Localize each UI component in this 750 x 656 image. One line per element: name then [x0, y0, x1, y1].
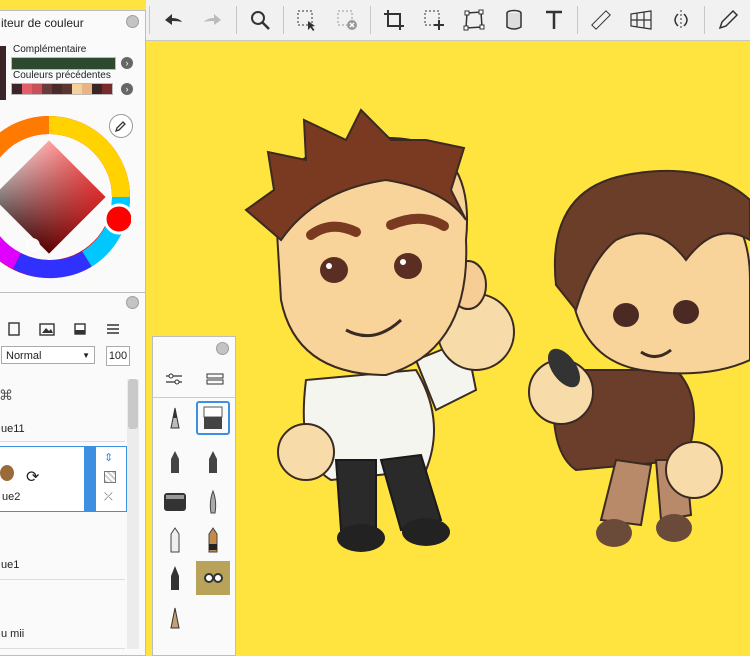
chibi-woman — [528, 169, 750, 547]
subtool-tabs — [153, 361, 235, 398]
previous-color-swatch[interactable] — [32, 84, 42, 94]
adjust-icon[interactable]: ⇕ — [104, 451, 113, 464]
symmetry-icon[interactable] — [663, 2, 699, 38]
toolbar-divider — [704, 6, 705, 34]
layer-name: u mii — [1, 628, 25, 640]
marker-tool-icon[interactable] — [158, 485, 192, 519]
blend-mode-select[interactable]: Normal ▼ — [1, 346, 95, 364]
eraser-tool-icon[interactable] — [196, 401, 230, 435]
close-icon[interactable] — [126, 296, 139, 309]
toolbar-divider — [149, 6, 150, 34]
toolbar-divider — [370, 6, 371, 34]
brush-tool-icon[interactable] — [196, 485, 230, 519]
deselect-icon[interactable] — [329, 2, 365, 38]
refresh-icon[interactable]: ⟳ — [26, 467, 39, 487]
layer-name: ue1 — [1, 559, 20, 571]
saturation-handle — [26, 238, 40, 252]
fill-icon[interactable] — [496, 2, 532, 38]
layer-actions — [0, 317, 129, 341]
zoom-icon[interactable] — [242, 2, 278, 38]
previous-color-swatch[interactable] — [52, 84, 62, 94]
tool-settings-icon[interactable] — [153, 361, 194, 397]
clip-icon[interactable]: ⤫ — [104, 491, 113, 504]
current-color-swatch[interactable] — [0, 46, 6, 100]
text-icon[interactable] — [536, 2, 572, 38]
chibi-man — [244, 108, 515, 552]
layer-scrollbar[interactable] — [127, 379, 139, 649]
subtool-list-icon[interactable] — [194, 361, 235, 397]
new-layer-icon[interactable] — [0, 321, 32, 337]
layer-item-selected[interactable]: ⟳ ue2 ⇕ ⤫ — [0, 446, 127, 512]
previous-colors-label: Couleurs précédentes — [13, 70, 111, 81]
custom-brush-thumbnail[interactable] — [196, 561, 230, 595]
transparency-lock-icon[interactable] — [104, 471, 116, 483]
complementary-color-bar[interactable] — [11, 57, 116, 70]
menu-icon[interactable] — [97, 321, 130, 337]
previous-color-swatch[interactable] — [62, 84, 72, 94]
color-wheel[interactable] — [0, 115, 131, 279]
pen-icon[interactable] — [710, 2, 746, 38]
canvas-artwork — [244, 108, 750, 552]
folder-icon: ⌘ — [0, 387, 13, 403]
close-icon[interactable] — [216, 342, 229, 355]
toolbar-divider — [236, 6, 237, 34]
perspective-icon[interactable] — [623, 2, 659, 38]
undo-icon[interactable] — [155, 2, 191, 38]
previous-color-swatch[interactable] — [72, 84, 82, 94]
layer-selection-bar — [84, 447, 96, 511]
previous-color-swatch[interactable] — [12, 84, 22, 94]
subtool-panel — [152, 336, 236, 656]
ink-pen-tool-icon[interactable] — [158, 445, 192, 479]
hr-pencil-tool-icon[interactable] — [196, 523, 230, 557]
previous-color-swatch[interactable] — [42, 84, 52, 94]
layer-thumbnail — [0, 465, 14, 481]
complementary-label: Complémentaire — [13, 44, 87, 55]
free-transform-icon[interactable] — [456, 2, 492, 38]
layer-item[interactable]: ⌘ ue11 — [0, 379, 125, 442]
crop-icon[interactable] — [376, 2, 412, 38]
hue-handle — [103, 203, 131, 235]
previous-colors-row — [11, 83, 113, 95]
layers-panel: Normal ▼ 100 ⌘ ue11 ⟳ ue2 ⇕ ⤫ ue1 u mii — [0, 292, 146, 656]
color-editor-panel: iteur de couleur Complémentaire › Couleu… — [0, 10, 146, 294]
chevron-right-icon[interactable]: › — [121, 83, 133, 95]
toolbar-divider — [577, 6, 578, 34]
airbrush-tool-icon[interactable] — [158, 561, 192, 595]
main-toolbar — [146, 0, 750, 41]
redo-icon[interactable] — [195, 2, 231, 38]
nib-tool-icon[interactable] — [158, 601, 192, 635]
transform-icon[interactable] — [416, 2, 452, 38]
previous-color-swatch[interactable] — [102, 84, 112, 94]
layer-item[interactable]: ue1 — [0, 513, 125, 580]
scrollbar-thumb[interactable] — [128, 379, 138, 429]
layer-item[interactable]: u mii — [0, 582, 125, 649]
chevron-down-icon: ▼ — [82, 351, 90, 360]
layer-name: ue2 — [2, 491, 21, 503]
pencil-tool-icon[interactable] — [158, 523, 192, 557]
mask-icon[interactable] — [64, 321, 97, 337]
previous-color-swatch[interactable] — [82, 84, 92, 94]
layer-name: ue11 — [1, 423, 25, 435]
ruler-icon[interactable] — [583, 2, 619, 38]
fine-pen-tool-icon[interactable] — [196, 445, 230, 479]
pen-tool-icon[interactable] — [158, 401, 192, 435]
select-icon[interactable] — [289, 2, 325, 38]
opacity-field[interactable]: 100 — [106, 346, 130, 366]
previous-color-swatch[interactable] — [22, 84, 32, 94]
toolbar-divider — [283, 6, 284, 34]
previous-color-swatch[interactable] — [92, 84, 102, 94]
add-image-icon[interactable] — [32, 321, 65, 337]
blend-mode-value: Normal — [6, 350, 42, 362]
color-panel-title: iteur de couleur — [1, 16, 84, 30]
close-icon[interactable] — [126, 15, 139, 28]
chevron-right-icon[interactable]: › — [121, 57, 133, 69]
